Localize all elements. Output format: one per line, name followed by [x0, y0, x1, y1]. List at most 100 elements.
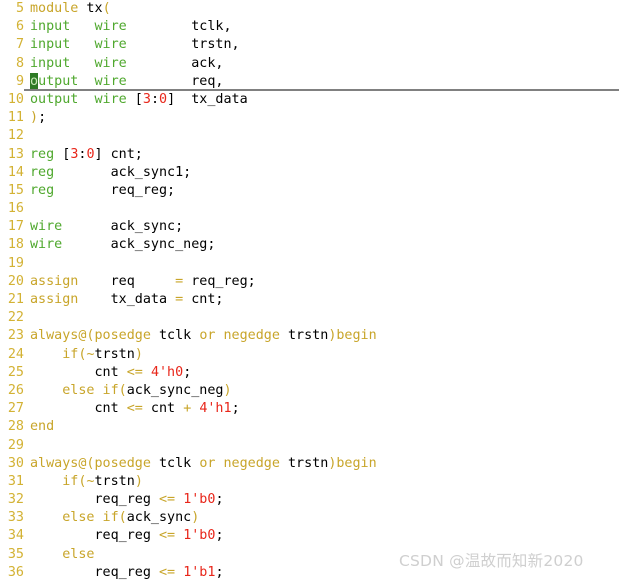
code-line-content[interactable]: cnt <= cnt + 4'h1;: [30, 400, 619, 418]
token-operator: <=: [159, 528, 176, 544]
code-line[interactable]: 31 if(~trstn): [0, 473, 619, 491]
token-keyword: end: [30, 419, 55, 435]
line-number: 8: [15, 55, 24, 71]
code-line[interactable]: 17 wire ack_sync;: [0, 218, 619, 236]
code-line-content[interactable]: always@(posedge tclk or negedge trstn)be…: [30, 327, 619, 345]
token-number: 1'b0: [183, 528, 216, 544]
line-number: 33: [7, 510, 24, 526]
line-number: 25: [7, 364, 24, 380]
token-number: 3: [142, 91, 151, 107]
code-line-content[interactable]: wire ack_sync;: [30, 218, 619, 236]
token-punctuation: ;: [38, 110, 47, 126]
code-line-content[interactable]: end: [30, 418, 619, 436]
token-identifier: ack_sync;: [62, 219, 184, 235]
code-line[interactable]: 30 always@(posedge tclk or negedge trstn…: [0, 455, 619, 473]
code-line[interactable]: 21 assign tx_data = cnt;: [0, 291, 619, 309]
code-line[interactable]: 18 wire ack_sync_neg;: [0, 236, 619, 254]
token-operator: <=: [126, 364, 143, 380]
token-punctuation: ): [134, 346, 143, 362]
code-line-content[interactable]: reg req_reg;: [30, 182, 619, 200]
code-line[interactable]: 20 assign req = req_reg;: [0, 273, 619, 291]
code-line[interactable]: 32 req_reg <= 1'b0;: [0, 491, 619, 509]
token-identifier: tx_data: [78, 292, 176, 307]
code-line[interactable]: 27 cnt <= cnt + 4'h1;: [0, 400, 619, 418]
code-line-content[interactable]: if(~trstn): [30, 473, 619, 491]
code-line-content[interactable]: input wire trstn,: [30, 36, 619, 54]
code-line[interactable]: 10 output wire [3:0] tx_data: [0, 91, 619, 109]
code-line[interactable]: 22: [0, 309, 619, 327]
token-punctuation: ): [223, 382, 232, 398]
code-line-content[interactable]: );: [30, 109, 619, 127]
csdn-watermark: CSDN @温故而知新2020: [399, 552, 584, 570]
code-line-content[interactable]: else if(ack_sync_neg): [30, 382, 619, 400]
line-number: 20: [7, 273, 24, 289]
code-line[interactable]: 8 input wire ack,: [0, 55, 619, 73]
code-line[interactable]: 25 cnt <= 4'h0;: [0, 364, 619, 382]
line-number: 12: [7, 128, 24, 144]
token-keyword: wire: [94, 73, 127, 89]
code-line[interactable]: 28 end: [0, 418, 619, 436]
code-line[interactable]: 19: [0, 255, 619, 273]
token-punctuation: [: [126, 91, 143, 107]
code-line[interactable]: 34 req_reg <= 1'b0;: [0, 527, 619, 545]
line-number: 19: [7, 255, 24, 271]
token-identifier: trstn: [279, 328, 329, 344]
code-line[interactable]: 24 if(~trstn): [0, 346, 619, 364]
token-keyword: or negedge: [199, 455, 280, 471]
code-line-content[interactable]: assign tx_data = cnt;: [30, 291, 619, 309]
token-keyword: module: [30, 1, 79, 16]
token-keyword: wire: [94, 91, 127, 107]
line-number: 28: [7, 419, 24, 435]
token-identifier: req_reg;: [183, 273, 256, 289]
text-cursor[interactable]: o: [30, 72, 39, 91]
code-line-content[interactable]: output wire req,: [30, 72, 619, 91]
code-line-content[interactable]: if(~trstn): [30, 346, 619, 364]
token-keyword: output: [30, 91, 79, 107]
code-line[interactable]: 33 else if(ack_sync): [0, 509, 619, 527]
code-line-content[interactable]: reg [3:0] cnt;: [30, 146, 619, 164]
code-line-content[interactable]: assign req = req_reg;: [30, 273, 619, 291]
code-line[interactable]: 11 );: [0, 109, 619, 127]
code-line-content[interactable]: input wire ack,: [30, 55, 619, 73]
code-line[interactable]: 16: [0, 200, 619, 218]
code-line[interactable]: 13 reg [3:0] cnt;: [0, 146, 619, 164]
code-line[interactable]: 5 module tx(: [0, 0, 619, 18]
code-line-content[interactable]: always@(posedge tclk or negedge trstn)be…: [30, 455, 619, 473]
line-number: 15: [7, 182, 24, 198]
code-line-content[interactable]: req_reg <= 1'b0;: [30, 491, 619, 509]
token-keyword: wire: [94, 55, 127, 71]
token-operator: <=: [126, 401, 143, 417]
token-operator: <=: [159, 564, 176, 580]
code-line[interactable]: 23 always@(posedge tclk or negedge trstn…: [0, 327, 619, 345]
code-line-content[interactable]: module tx(: [30, 0, 619, 18]
code-line-content[interactable]: else if(ack_sync): [30, 509, 619, 527]
line-number: 21: [7, 292, 24, 307]
line-number: 30: [7, 455, 24, 471]
code-line[interactable]: 7 input wire trstn,: [0, 36, 619, 54]
code-line[interactable]: 6 input wire tclk,: [0, 18, 619, 36]
code-line[interactable]: 26 else if(ack_sync_neg): [0, 382, 619, 400]
line-number: 14: [7, 164, 24, 180]
code-line[interactable]: 14 reg ack_sync1;: [0, 164, 619, 182]
token-identifier: req_reg: [30, 564, 159, 580]
code-line-content[interactable]: cnt <= 4'h0;: [30, 364, 619, 382]
code-line-current[interactable]: 9 output wire req,: [0, 72, 619, 91]
line-number: 18: [7, 237, 24, 253]
code-line-content[interactable]: wire ack_sync_neg;: [30, 236, 619, 254]
token-number: 0: [86, 146, 95, 162]
code-line-content[interactable]: input wire tclk,: [30, 18, 619, 36]
code-line[interactable]: 15 reg req_reg;: [0, 182, 619, 200]
code-editor[interactable]: 5 module tx( 6 input wire tclk, 7 input …: [0, 0, 619, 583]
code-line[interactable]: 12: [0, 127, 619, 145]
token-keyword: assign: [30, 273, 79, 289]
code-line[interactable]: 29: [0, 437, 619, 455]
code-line-content[interactable]: output wire [3:0] tx_data: [30, 91, 619, 109]
code-line-content[interactable]: req_reg <= 1'b0;: [30, 527, 619, 545]
code-line-content[interactable]: reg ack_sync1;: [30, 164, 619, 182]
